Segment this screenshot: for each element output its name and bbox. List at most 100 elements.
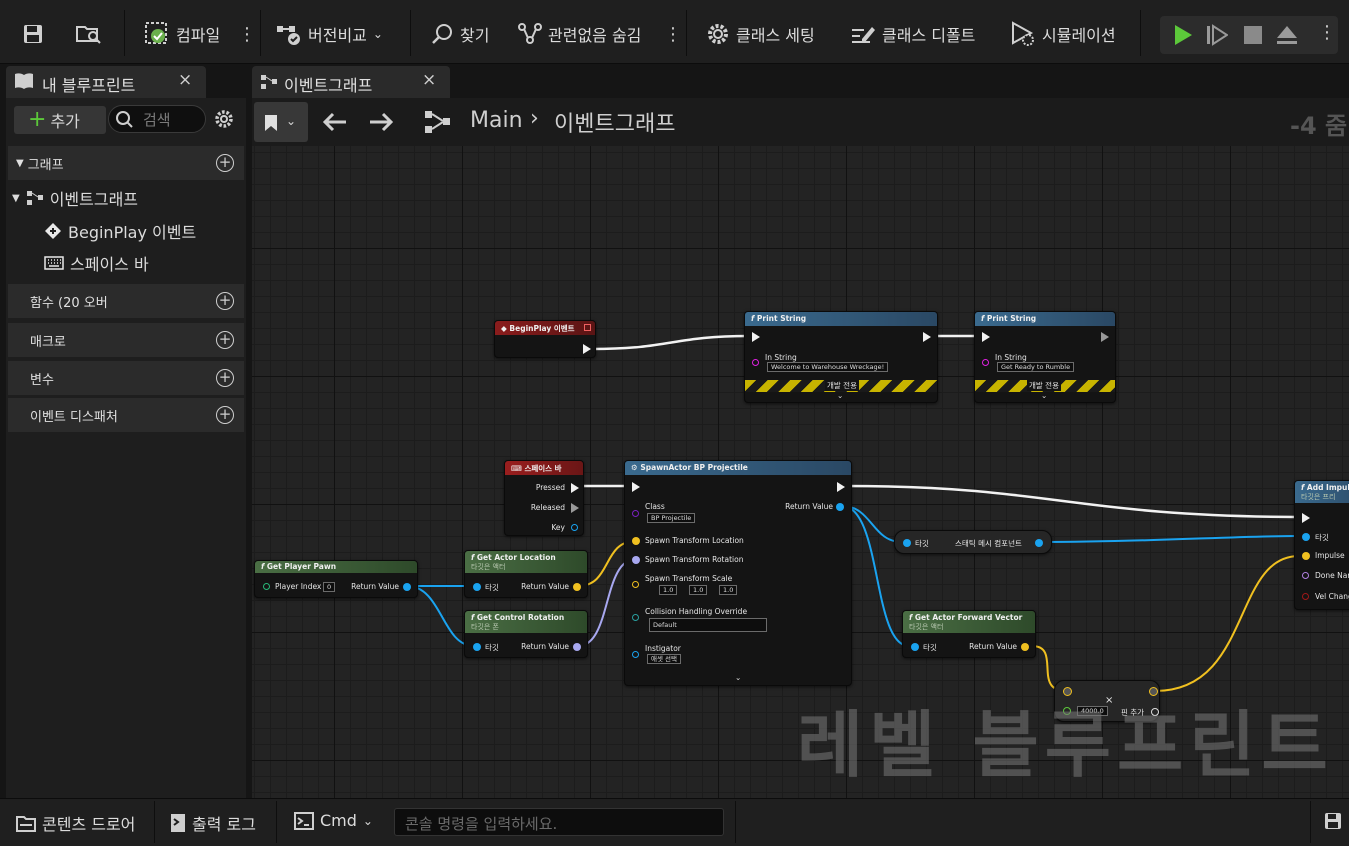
location-pin[interactable] [632,537,640,545]
node-spawn-actor[interactable]: ⚙ SpawnActor BP Projectile Class BP Proj… [624,460,852,686]
target-pin[interactable] [903,539,911,547]
key-pin[interactable] [571,524,578,531]
collision-select[interactable]: Default [649,618,767,632]
add-macro-icon[interactable]: + [216,331,234,349]
player-index-field[interactable]: 0 [323,582,336,592]
chevron-down-icon[interactable]: ⌄ [837,391,843,400]
compile-options-button[interactable]: ⋮ [238,18,256,50]
node-get-control-rotation[interactable]: f Get Control Rotation 타깃은 폰 타깃 Return V… [464,610,588,658]
node-static-mesh-component[interactable]: 타깃 스태틱 메시 컴포넌트 [894,530,1052,554]
node-get-player-pawn[interactable]: f Get Player Pawn Player Index 0 Return … [254,560,418,598]
save-button[interactable] [22,18,44,50]
vel-change-pin[interactable] [1302,593,1309,600]
exec-in-pin[interactable] [982,332,990,342]
released-pin[interactable] [571,503,579,513]
close-icon[interactable]: × [422,70,436,90]
node-space-bar[interactable]: ⌨ 스페이스 바 Pressed Released Key [504,460,584,536]
scale-x-field[interactable]: 1.0 [659,585,678,595]
section-dispatchers[interactable]: 이벤트 디스패처 + [8,398,244,432]
exec-out-pin[interactable] [923,332,931,342]
class-defaults-button[interactable]: 클래스 디폴트 [850,18,975,50]
event-graph-canvas[interactable]: ◆ BeginPlay 이벤트 f Print String In String… [252,146,1349,798]
delegate-pin[interactable] [584,324,591,331]
step-icon[interactable] [1206,24,1228,46]
chevron-down-icon[interactable]: ⌄ [735,673,741,682]
target-pin[interactable] [473,583,481,591]
instigator-select[interactable]: 애셋 선택 [647,654,681,664]
target-pin[interactable] [473,643,481,651]
return-value-pin[interactable] [573,643,581,651]
target-pin[interactable] [911,643,919,651]
node-get-forward-vector[interactable]: f Get Actor Forward Vector 타깃은 액터 타깃 Ret… [902,610,1036,658]
target-pin[interactable] [1302,533,1310,541]
chevron-down-icon[interactable]: ⌄ [1041,391,1047,400]
tree-item-space-bar[interactable]: 스페이스 바 [44,251,149,275]
node-begin-play[interactable]: ◆ BeginPlay 이벤트 [494,320,596,358]
section-macros[interactable]: 매크로 + [8,323,244,357]
pressed-pin[interactable] [571,483,579,493]
exec-out-pin[interactable] [837,482,845,492]
my-blueprint-tab[interactable]: 내 블루프린트 × [6,66,206,98]
class-settings-button[interactable]: 클래스 세팅 [706,18,815,50]
return-value-pin[interactable] [836,503,844,511]
close-icon[interactable]: × [178,70,192,90]
scale-y-field[interactable]: 1.0 [689,585,708,595]
string-pin[interactable] [982,359,989,366]
return-value-pin[interactable] [573,583,581,591]
stop-icon[interactable] [1244,26,1262,44]
component-pin[interactable] [1035,539,1043,547]
add-variable-icon[interactable]: + [216,369,234,387]
add-function-icon[interactable]: + [216,292,234,310]
in-string-field[interactable]: Get Ready to Rumble [997,362,1075,372]
section-graphs[interactable]: ▼ 그래프 + [8,146,244,180]
exec-in-pin[interactable] [752,332,760,342]
exec-out-pin[interactable] [1101,332,1109,342]
exec-in-pin[interactable] [1302,513,1310,523]
tree-item-event-graph[interactable]: ▼ 이벤트그래프 [12,186,138,210]
string-pin[interactable] [752,359,759,366]
add-dispatcher-icon[interactable]: + [216,406,234,424]
save-all-icon[interactable] [1324,812,1344,832]
eject-icon[interactable] [1276,24,1298,46]
play-options-button[interactable]: ⋮ [1318,22,1336,43]
event-graph-tab[interactable]: 이벤트그래프 × [252,66,450,98]
tree-item-begin-play[interactable]: BeginPlay 이벤트 [44,219,196,243]
console-input[interactable]: 콘솔 명령을 입력하세요. [394,808,724,836]
bookmark-button[interactable]: ⌄ [254,102,308,142]
node-print-string-1[interactable]: f Print String In String Welcome to Ware… [744,311,938,403]
return-value-pin[interactable] [1021,643,1029,651]
output-log-button[interactable]: 출력 로그 [170,811,256,835]
exec-out-pin[interactable] [583,344,591,354]
cmd-dropdown[interactable]: Cmd ⌄ [294,811,373,830]
back-arrow-icon[interactable] [322,112,348,132]
diff-button[interactable]: 버전비교 ⌄ [276,18,383,50]
add-graph-icon[interactable]: + [216,154,234,172]
scale-z-field[interactable]: 1.0 [719,585,738,595]
compile-button[interactable]: 컴파일 [144,18,220,50]
scale-pin[interactable] [632,581,639,588]
search-input[interactable]: 검색 [108,105,206,133]
section-variables[interactable]: 변수 + [8,361,244,395]
hide-options-button[interactable]: ⋮ [664,18,682,50]
return-value-pin[interactable] [403,583,411,591]
add-button[interactable]: + 추가 [14,106,106,134]
node-get-actor-location[interactable]: f Get Actor Location 타깃은 액터 타깃 Return Va… [464,550,588,598]
node-print-string-2[interactable]: f Print String In String Get Ready to Ru… [974,311,1116,403]
breadcrumb-root[interactable]: Main [470,108,523,133]
instigator-pin[interactable] [632,651,639,658]
class-pin[interactable] [632,510,639,517]
play-icon[interactable] [1172,24,1194,46]
rotation-pin[interactable] [632,556,640,564]
class-select[interactable]: BP Projectile [647,513,696,523]
hide-unrelated-button[interactable]: 관련없음 숨김 [518,18,641,50]
collision-pin[interactable] [632,614,639,621]
content-drawer-button[interactable]: 콘텐츠 드로어 [16,811,135,835]
player-index-pin[interactable] [263,583,270,590]
section-functions[interactable]: 함수 (20 오버 + [8,284,244,318]
browse-button[interactable] [76,18,102,50]
node-add-impulse[interactable]: f Add Impul 타깃은 프리 타깃 Impulse Done Nar V… [1294,480,1349,610]
impulse-pin[interactable] [1302,552,1310,560]
forward-arrow-icon[interactable] [368,112,394,132]
gear-icon[interactable] [214,109,234,129]
find-button[interactable]: 찾기 [430,18,489,50]
